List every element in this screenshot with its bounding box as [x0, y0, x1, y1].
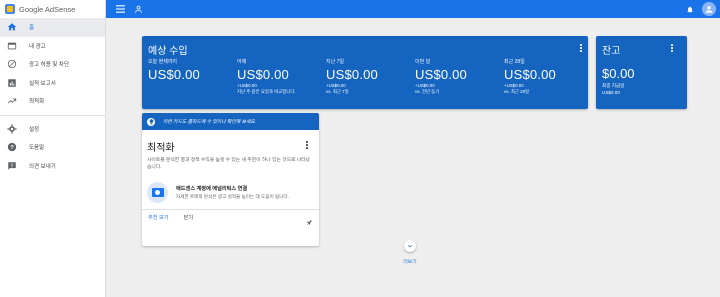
trending-icon — [6, 95, 18, 107]
metric-label: 오늘 현재까지 — [148, 59, 177, 65]
card-title: 잔고 — [602, 46, 621, 57]
metric-value: US$0.00 — [415, 67, 467, 82]
chevron-down-icon — [407, 244, 413, 248]
metric-comparison: vs. 최근 28일 — [504, 88, 530, 94]
metric-label: 지난 7일 — [326, 59, 344, 65]
account-switch-icon[interactable] — [132, 3, 144, 15]
analytics-link-icon — [147, 182, 168, 203]
card-title: 최적화 — [147, 143, 175, 154]
sidebar: Google AdSense 홈 내 광고 광고 허용 및 차단 실적 보고서 … — [0, 0, 106, 297]
sidebar-item-label: 광고 허용 및 차단 — [29, 62, 70, 69]
sidebar-divider — [0, 114, 105, 116]
sidebar-item-label: 도움말 — [29, 145, 45, 152]
block-icon — [6, 58, 18, 70]
sidebar-item-label: 의견 보내기 — [29, 163, 56, 170]
lightbulb-icon — [147, 117, 155, 126]
metric-comparison: vs. 전년 동기 — [415, 88, 440, 94]
logo-text: Google AdSense — [19, 4, 76, 14]
show-more-label[interactable]: 더보기 — [396, 258, 424, 265]
optimization-card: 이런 카드도 홈피드에 수 있어나 확인해 보세요. 최적화 사이트를 분석한 … — [142, 113, 319, 246]
svg-text:?: ? — [10, 145, 14, 151]
metric-value: US$0.00 — [148, 67, 200, 82]
more-options-icon[interactable] — [578, 43, 584, 53]
metric-change: +US$0.00 — [326, 83, 346, 88]
sidebar-item-label: 실적 보고서 — [29, 80, 56, 87]
sidebar-item-my-ads[interactable]: 내 광고 — [0, 37, 105, 56]
show-more-button[interactable] — [404, 240, 416, 252]
metric-last-7-days: 지난 7일 US$0.00 +US$0.00 vs. 최근 7일 — [326, 58, 416, 95]
more-options-icon[interactable] — [304, 140, 310, 150]
sidebar-item-blocking[interactable]: 광고 허용 및 차단 — [0, 55, 105, 74]
banner-text: 이런 카드도 홈피드에 수 있어나 확인해 보세요. — [163, 120, 257, 125]
card-title: 예상 수입 — [148, 46, 188, 57]
gear-icon — [6, 123, 18, 135]
metric-this-month: 이번 달 US$0.00 +US$0.00 vs. 전년 동기 — [415, 58, 505, 95]
sidebar-item-feedback[interactable]: 의견 보내기 — [0, 157, 105, 176]
homefeed-banner: 이런 카드도 홈피드에 수 있어나 확인해 보세요. — [142, 113, 319, 130]
metric-value: US$0.00 — [237, 67, 289, 82]
recommendation-description: 자세한 트래픽 분석은 광고 실적을 높이는 데 도움이 됩니다. — [176, 194, 289, 199]
metric-label: 이번 달 — [415, 59, 431, 65]
metric-value: US$0.00 — [326, 67, 378, 82]
top-app-bar — [106, 0, 720, 18]
menu-icon[interactable] — [114, 3, 126, 15]
sidebar-item-label: 홈 — [29, 25, 35, 32]
metric-change: +US$0.00 — [415, 83, 435, 88]
last-payment-label: 최종 지급일 — [602, 83, 625, 88]
sidebar-item-label: 설정 — [29, 126, 40, 133]
sidebar-item-optimization[interactable]: 최적화 — [0, 92, 105, 111]
balance-card: 잔고 $0.00 최종 지급일 US$0.00 — [596, 36, 687, 109]
metric-change: +US$0.00 — [237, 83, 257, 88]
report-icon — [6, 77, 18, 89]
metric-comparison: vs. 최근 7일 — [326, 88, 349, 94]
last-payment-value: US$0.00 — [602, 90, 620, 95]
metric-value: US$0.00 — [504, 67, 556, 82]
home-icon — [6, 21, 18, 33]
notification-bell-icon[interactable] — [684, 3, 696, 15]
more-options-icon[interactable] — [669, 43, 675, 53]
metric-today: 오늘 현재까지 US$0.00 — [148, 58, 238, 82]
ads-icon — [6, 40, 18, 52]
sidebar-item-home[interactable]: 홈 — [0, 18, 105, 37]
metric-change: +US$0.00 — [504, 83, 524, 88]
card-actions: 추천 보기 닫기 — [148, 214, 193, 221]
sidebar-item-label: 최적화 — [29, 99, 45, 106]
help-icon: ? — [6, 141, 18, 153]
pin-icon[interactable] — [306, 213, 313, 231]
sidebar-item-reports[interactable]: 실적 보고서 — [0, 74, 105, 93]
balance-value: $0.00 — [602, 66, 635, 81]
recommendation-title: 애드센스 계정에 애널리틱스 연결 — [176, 186, 248, 192]
card-description: 사이트를 분석한 결과 정책 수익을 높힐 수 있는 새 추천이 하나 있는 것… — [147, 158, 310, 170]
app-logo[interactable]: Google AdSense — [0, 0, 105, 18]
view-recommendation-button[interactable]: 추천 보기 — [148, 214, 169, 221]
estimated-earnings-card: 예상 수입 오늘 현재까지 US$0.00 어제 US$0.00 +US$0.0… — [142, 36, 588, 109]
sidebar-item-help[interactable]: ? 도움말 — [0, 138, 105, 157]
metric-label: 어제 — [237, 59, 247, 65]
dismiss-button[interactable]: 닫기 — [184, 214, 194, 221]
sidebar-item-label: 내 광고 — [29, 43, 46, 50]
metric-comparison: 지난 주 같은 요일과 비교합니다. — [237, 88, 296, 94]
metric-last-28-days: 최근 28일 US$0.00 +US$0.00 vs. 최근 28일 — [504, 58, 594, 95]
main-content: 예상 수입 오늘 현재까지 US$0.00 어제 US$0.00 +US$0.0… — [106, 18, 720, 297]
feedback-icon — [6, 160, 18, 172]
adsense-logo-icon — [5, 4, 15, 14]
metric-yesterday: 어제 US$0.00 +US$0.00 지난 주 같은 요일과 비교합니다. — [237, 58, 327, 95]
avatar[interactable] — [702, 2, 716, 16]
sidebar-item-settings[interactable]: 설정 — [0, 120, 105, 139]
metric-label: 최근 28일 — [504, 59, 525, 65]
card-divider — [142, 209, 319, 210]
